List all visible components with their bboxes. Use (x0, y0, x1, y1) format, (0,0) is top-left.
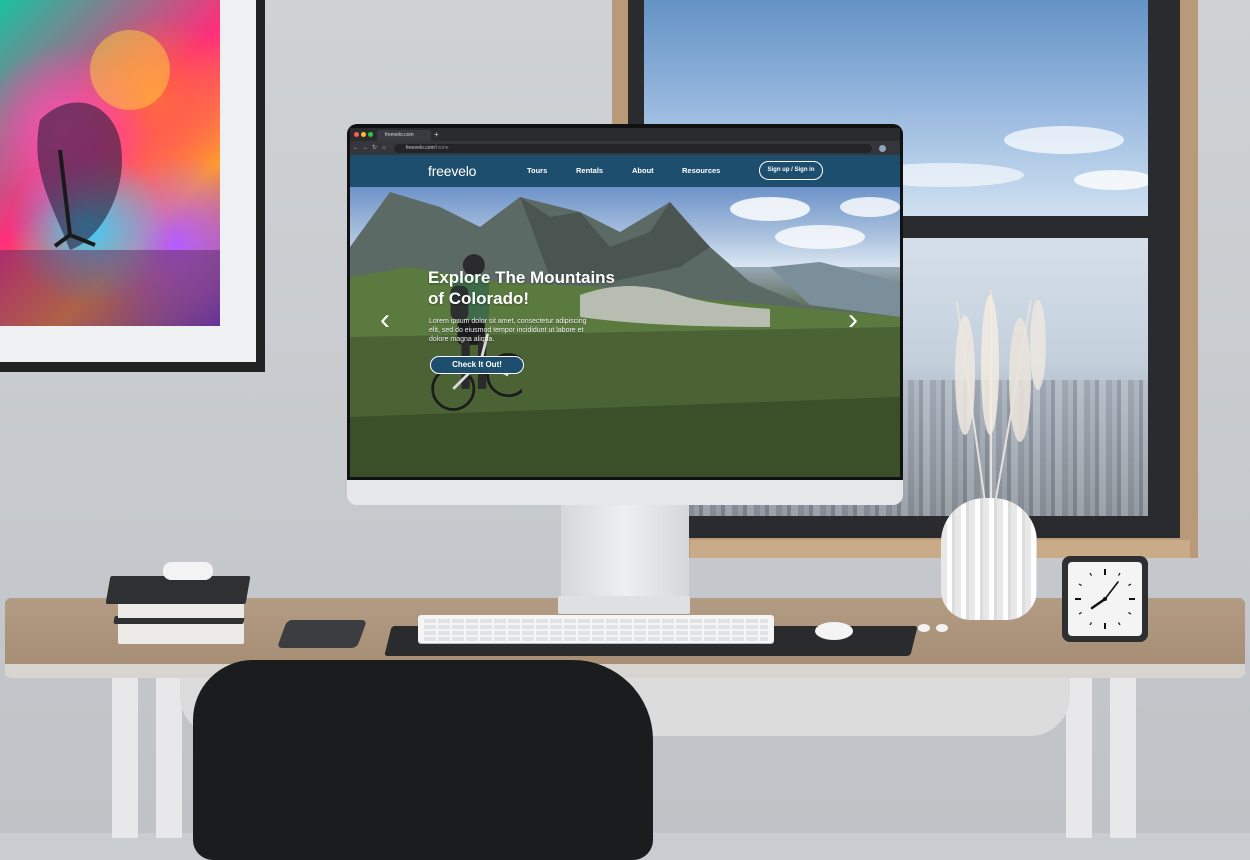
smartphone (276, 620, 368, 648)
book-cover (105, 576, 251, 604)
carousel-next-icon[interactable]: › (848, 305, 858, 335)
url-field[interactable]: freevelo.com/home (394, 144, 872, 153)
hero-carousel: Explore The Mountains of Colorado! Lorem… (350, 187, 900, 477)
clock-hour-marker (1078, 611, 1082, 615)
new-tab-icon[interactable]: + (434, 129, 439, 140)
monitor-screen: freevelo.com + ← → ↻ ⌂ freevelo.com/home… (350, 128, 900, 477)
pampas-plumes (955, 295, 1046, 442)
desk-edge (5, 664, 1245, 678)
clock-hour-marker (1089, 622, 1093, 626)
earbuds (918, 624, 948, 632)
nav-link-tours[interactable]: Tours (527, 166, 547, 176)
nav-link-rentals[interactable]: Rentals (576, 166, 603, 176)
desk-leg (112, 678, 138, 838)
back-icon[interactable]: ← (353, 143, 359, 153)
clock-hour-marker (1117, 572, 1121, 576)
hero-body-text: Lorem ipsum dolor sit amet, consectetur … (429, 318, 587, 343)
keyboard-keys (424, 631, 768, 635)
hero-title-line1: Explore The Mountains (428, 268, 616, 287)
clock-face (1068, 562, 1142, 636)
keyboard-keys (424, 619, 768, 623)
abstract-artwork (0, 0, 220, 326)
mouse (815, 622, 853, 640)
earbuds-case (163, 562, 213, 580)
artwork-figure (0, 30, 220, 326)
reload-icon[interactable]: ↻ (372, 143, 377, 153)
maximize-window-icon[interactable] (368, 132, 373, 137)
tab-title: freevelo.com (385, 132, 414, 138)
close-window-icon[interactable] (354, 132, 359, 137)
sign-up-sign-in-button[interactable]: Sign up / Sign in (759, 161, 823, 180)
browser-tab-bar: freevelo.com + (350, 128, 900, 141)
desk-leg (1110, 678, 1136, 838)
monitor-stand-base (558, 596, 690, 614)
site-navbar: freevelo Tours Rentals About Resources S… (350, 155, 900, 187)
check-it-out-button[interactable]: Check It Out! (430, 356, 524, 374)
clock-hour-marker (1128, 611, 1132, 615)
desk-leg (1066, 678, 1092, 838)
keyboard-keys (424, 637, 768, 641)
profile-avatar-icon[interactable] (879, 145, 886, 152)
vase (941, 498, 1037, 620)
home-icon[interactable]: ⌂ (382, 143, 386, 153)
hero-title-line2: of Colorado! (428, 289, 530, 308)
url-domain: freevelo.com (406, 145, 435, 151)
keyboard-keys (424, 625, 768, 629)
office-chair (193, 660, 653, 860)
clock-hour-marker (1128, 583, 1132, 587)
carousel-prev-icon[interactable]: ‹ (380, 305, 390, 335)
nav-link-about[interactable]: About (632, 166, 654, 176)
forward-icon[interactable]: → (362, 143, 368, 153)
desk-leg (156, 678, 182, 838)
site-logo[interactable]: freevelo (428, 164, 476, 178)
browser-tab[interactable]: freevelo.com (377, 130, 431, 141)
clock-hour-marker (1078, 583, 1082, 587)
clock-hour-marker (1089, 572, 1093, 576)
hero-title: Explore The Mountains of Colorado! (428, 267, 668, 309)
book (118, 602, 244, 618)
clock-hour-marker (1117, 622, 1121, 626)
minimize-window-icon[interactable] (361, 132, 366, 137)
url-path: /home (434, 145, 449, 151)
nav-link-resources[interactable]: Resources (682, 166, 720, 176)
clock-hands (1075, 569, 1135, 629)
